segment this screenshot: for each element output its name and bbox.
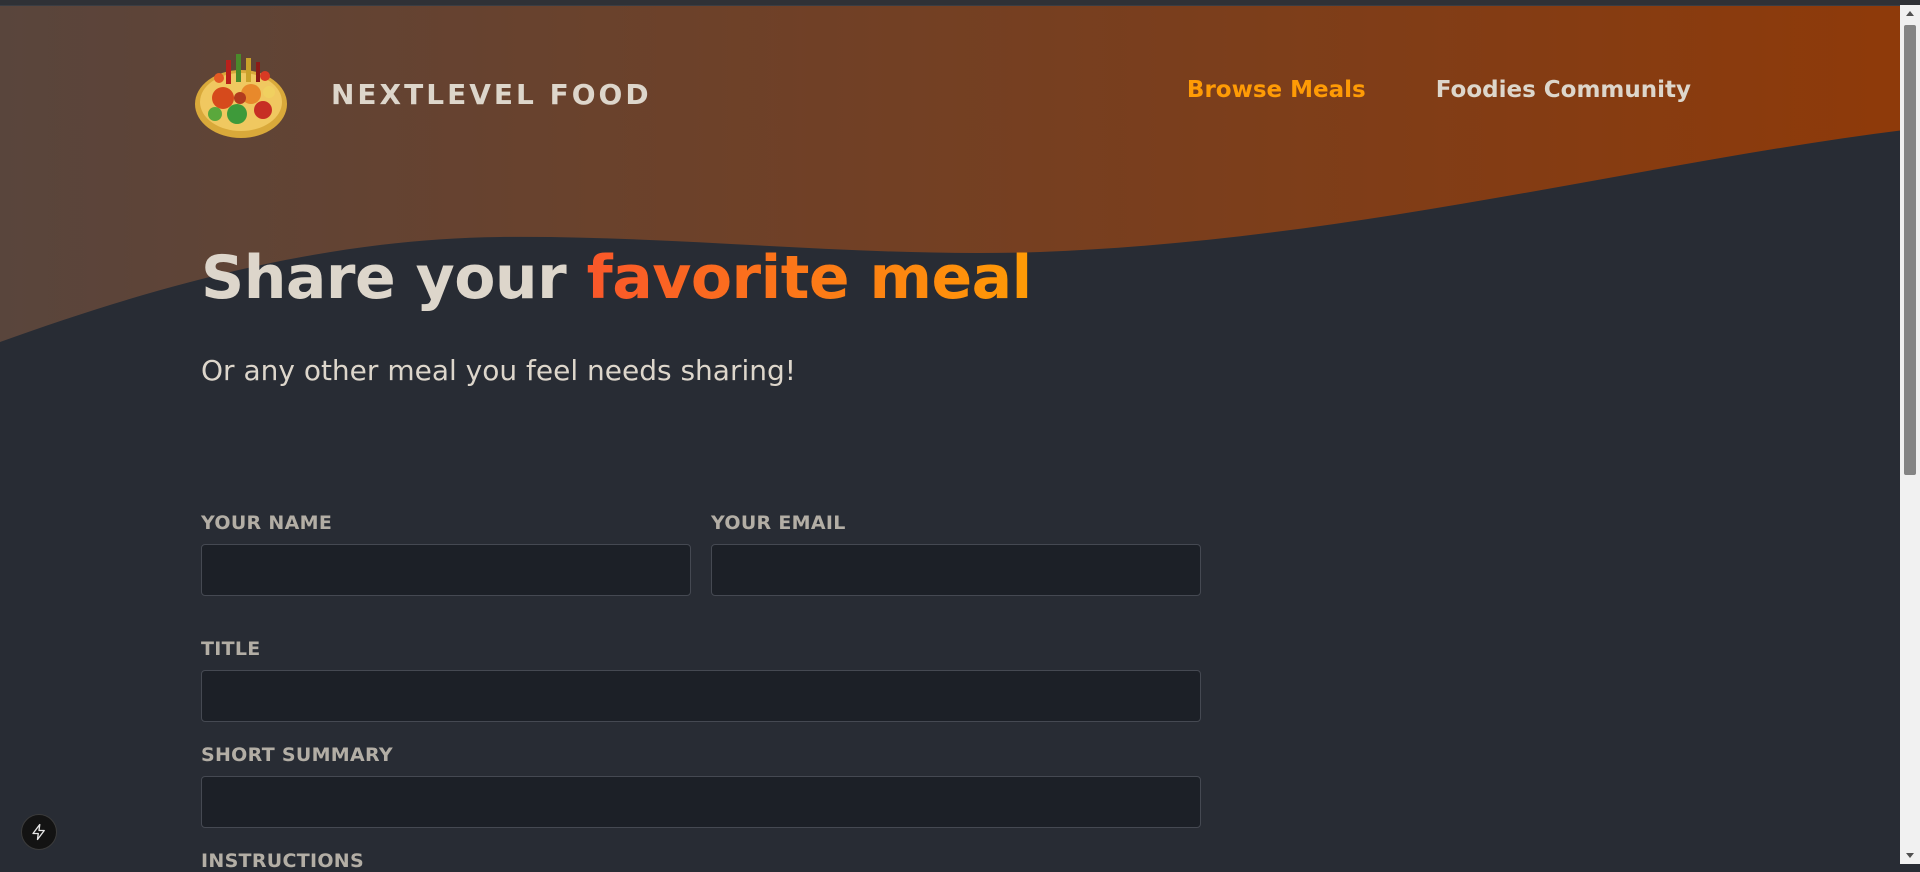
home-logo-link[interactable]: NextLevel Food (193, 48, 652, 140)
summary-label: Short Summary (201, 744, 393, 766)
vertical-scrollbar[interactable] (1900, 5, 1920, 864)
nav-link-browse-meals[interactable]: Browse Meals (1187, 77, 1366, 103)
page-title-highlight: favorite meal (586, 243, 1033, 313)
page-subtitle: Or any other meal you feel needs sharing… (201, 354, 796, 387)
scroll-up-arrow-icon[interactable] (1900, 5, 1920, 22)
email-field-group: Your email (711, 512, 1201, 596)
main-header: NextLevel Food Browse Meals Foodies Comm… (0, 0, 1900, 190)
page-hero: Share your favorite meal Or any other me… (201, 240, 1201, 387)
brand-name: NextLevel Food (331, 77, 652, 111)
page-title: Share your favorite meal (201, 240, 1201, 316)
nav-link-foodies-community[interactable]: Foodies Community (1436, 77, 1691, 103)
lightning-bolt-icon (32, 823, 45, 841)
scroll-down-arrow-icon[interactable] (1900, 847, 1920, 864)
title-field-group: Title (201, 638, 1201, 722)
main-nav: Browse Meals Foodies Community (1187, 77, 1691, 103)
instructions-field-group: Instructions (201, 850, 1201, 872)
email-label: Your email (711, 512, 846, 534)
title-input[interactable] (201, 670, 1201, 722)
title-label: Title (201, 638, 261, 660)
dev-tools-button[interactable] (21, 814, 57, 850)
page-title-plain: Share your (201, 243, 587, 313)
name-field-group: Your name (201, 512, 691, 596)
summary-field-group: Short Summary (201, 744, 1201, 828)
email-input[interactable] (711, 544, 1201, 596)
name-label: Your name (201, 512, 333, 534)
browser-top-border (0, 0, 1920, 6)
name-input[interactable] (201, 544, 691, 596)
instructions-label: Instructions (201, 850, 364, 872)
food-plate-logo (195, 54, 287, 138)
summary-input[interactable] (201, 776, 1201, 828)
scrollbar-thumb[interactable] (1904, 25, 1916, 475)
